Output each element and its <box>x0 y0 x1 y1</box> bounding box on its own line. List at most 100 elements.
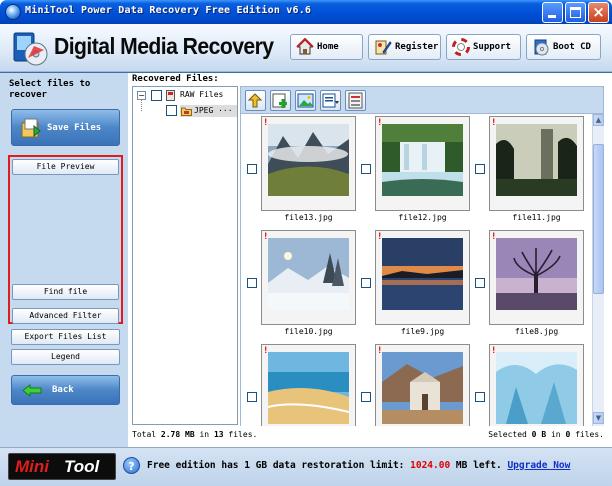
foggy-forest-image <box>496 124 577 196</box>
export-button[interactable] <box>345 90 366 111</box>
save-files-label: Save Files <box>47 123 102 133</box>
left-panel: Select files to recover Save Files File … <box>0 73 128 447</box>
brand-tool: Tool <box>64 457 100 476</box>
help-icon[interactable]: ? <box>123 457 140 474</box>
advanced-filter-button[interactable]: Advanced Filter <box>12 308 119 324</box>
save-files-button[interactable]: Save Files <box>11 109 120 146</box>
back-arrow-icon <box>22 384 42 397</box>
lifebuoy-icon <box>452 38 470 56</box>
add-icon <box>272 93 287 108</box>
scroll-up-arrow-icon[interactable]: ▲ <box>593 114 604 126</box>
tree-purple-sky-image <box>496 238 577 310</box>
limit-message-post: left. <box>473 460 502 471</box>
home-button[interactable]: Home <box>290 34 363 60</box>
selected-files-word: files. <box>575 430 604 439</box>
maximize-icon <box>570 7 581 18</box>
selected-files-summary: Selected 0 B in 0 files. <box>488 430 604 439</box>
boot-cd-icon <box>534 39 549 56</box>
file-preview-button[interactable]: File Preview <box>12 159 119 175</box>
file-name: file10.jpg <box>284 327 333 336</box>
register-label: Register <box>395 42 439 52</box>
file-checkbox[interactable] <box>475 164 485 174</box>
export-files-list-button[interactable]: Export Files List <box>11 329 120 345</box>
left-panel-caption: Select files to recover <box>9 79 91 100</box>
header-bar: Digital Media Recovery Home Register Sup… <box>0 24 612 72</box>
support-button[interactable]: Support <box>446 34 521 60</box>
file-checkbox[interactable] <box>361 392 371 402</box>
total-count: 13 <box>213 430 224 439</box>
file-checkbox[interactable] <box>247 164 257 174</box>
thumbnail-view-button[interactable] <box>295 90 316 111</box>
file-thumbnail-grid: ! file13.jpg ! file12.jpg ! file11.jpg !… <box>240 114 592 426</box>
waterfall-image <box>382 124 463 196</box>
close-button[interactable]: × <box>588 2 609 23</box>
lake-sunset-image <box>382 238 463 310</box>
back-button[interactable]: Back <box>11 375 120 405</box>
vertical-scrollbar[interactable]: ▲ ▼ <box>592 114 604 426</box>
file-checkbox[interactable] <box>361 278 371 288</box>
scroll-thumb[interactable] <box>593 144 604 294</box>
file-item[interactable]: ! file8.jpg <box>469 230 584 344</box>
boot-cd-label: Boot CD <box>553 42 591 52</box>
app-heading: Digital Media Recovery <box>54 33 274 59</box>
file-checkbox[interactable] <box>361 164 371 174</box>
recovered-files-heading: Recovered Files: <box>132 74 219 84</box>
file-item[interactable]: ! <box>469 344 584 426</box>
file-item[interactable]: ! file11.jpg <box>469 116 584 230</box>
raw-files-checkbox[interactable] <box>151 90 162 101</box>
total-prefix: Total <box>132 430 157 439</box>
register-button[interactable]: Register <box>368 34 441 60</box>
file-name: file9.jpg <box>400 327 445 336</box>
limit-message-pre: Free edition has 1 GB data restoration l… <box>147 460 405 471</box>
file-item[interactable]: ! file13.jpg <box>241 116 356 230</box>
collapse-icon[interactable]: − <box>137 91 146 100</box>
file-name: file13.jpg <box>284 213 333 222</box>
file-tree[interactable]: − RAW Files JPEG ··· <box>132 86 238 425</box>
in-text: in <box>199 430 210 439</box>
ice-cave-image <box>496 352 577 424</box>
file-checkbox[interactable] <box>247 278 257 288</box>
export-icon <box>348 92 363 109</box>
file-name: file12.jpg <box>398 213 447 222</box>
file-item[interactable]: ! <box>355 344 470 426</box>
support-label: Support <box>473 42 511 52</box>
minimize-icon <box>548 15 556 18</box>
scroll-down-arrow-icon[interactable]: ▼ <box>593 412 604 424</box>
file-checkbox[interactable] <box>475 278 485 288</box>
limit-value: 1024.00 <box>410 460 451 471</box>
add-button[interactable] <box>270 90 291 111</box>
minimize-button[interactable] <box>542 2 563 23</box>
file-checkbox[interactable] <box>475 392 485 402</box>
file-checkbox[interactable] <box>247 392 257 402</box>
beach-image <box>268 352 349 424</box>
file-item[interactable]: ! file12.jpg <box>355 116 470 230</box>
selected-count: 0 <box>565 430 571 439</box>
limit-unit: MB <box>455 460 468 471</box>
folder-icon <box>181 107 192 116</box>
file-item[interactable]: ! <box>241 344 356 426</box>
selected-in-text: in <box>550 430 561 439</box>
boot-cd-button[interactable]: Boot CD <box>526 34 601 60</box>
title-bar[interactable]: MiniTool Power Data Recovery Free Editio… <box>0 0 612 24</box>
view-options-button[interactable] <box>320 90 341 111</box>
app-icon <box>5 4 21 20</box>
home-icon <box>296 38 314 55</box>
mountain-valley-clouds-image <box>268 124 349 196</box>
file-item[interactable]: ! file10.jpg <box>241 230 356 344</box>
jpeg-checkbox[interactable] <box>166 105 177 116</box>
up-folder-button[interactable] <box>245 90 266 111</box>
total-unit: MB <box>185 430 195 439</box>
maximize-button[interactable] <box>565 2 586 23</box>
close-icon: × <box>592 3 605 21</box>
selected-unit: B <box>541 430 547 439</box>
window-title: MiniTool Power Data Recovery Free Editio… <box>25 5 312 16</box>
file-name: file11.jpg <box>512 213 561 222</box>
upgrade-now-link[interactable]: Upgrade Now <box>507 460 570 471</box>
tree-item-jpeg[interactable]: JPEG ··· <box>194 106 233 115</box>
find-file-button[interactable]: Find file <box>12 284 119 300</box>
highlighted-tools-box: File Preview Find file Advanced Filter <box>8 155 123 324</box>
tree-item-raw-files[interactable]: RAW Files <box>180 90 223 99</box>
file-item[interactable]: ! file9.jpg <box>355 230 470 344</box>
selected-prefix: Selected <box>488 430 527 439</box>
legend-button[interactable]: Legend <box>11 349 120 365</box>
